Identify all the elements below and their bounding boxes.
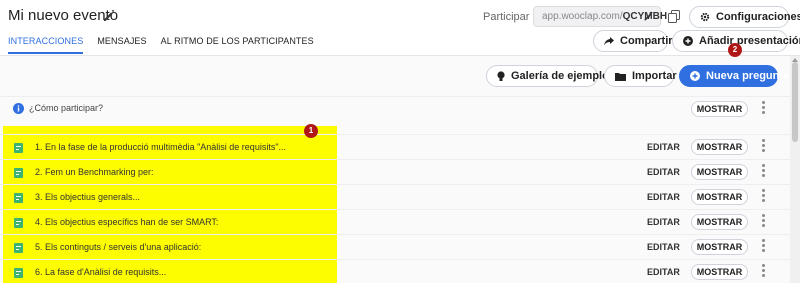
new-question-label: Nueva pregunta [706, 70, 790, 82]
configurations-label: Configuraciones [716, 11, 800, 23]
show-button[interactable]: MOSTRAR [691, 164, 748, 180]
pencil-icon[interactable] [643, 11, 654, 22]
tab-participant-pace[interactable]: AL RITMO DE LOS PARTICIPANTES [161, 36, 314, 54]
plus-circle-icon [683, 36, 693, 46]
edit-button[interactable]: EDITAR [647, 142, 680, 152]
tab-bar: INTERACCIONES MENSAJES AL RITMO DE LOS P… [8, 36, 328, 54]
question-row[interactable]: 5. Els continguts / serveis d'una aplica… [0, 234, 790, 259]
show-button[interactable]: MOSTRAR [691, 139, 748, 155]
share-icon [604, 36, 614, 45]
question-text: 4. Els objectius específics han de ser S… [35, 217, 219, 227]
show-button[interactable]: MOSTRAR [691, 189, 748, 205]
question-text: 6. La fase d'Anàlisi de requisits... [35, 267, 167, 277]
question-text: 2. Fem un Benchmarking per: [35, 167, 154, 177]
poll-icon [14, 243, 23, 253]
question-row[interactable]: 2. Fem un Benchmarking per: EDITAR MOSTR… [0, 159, 790, 184]
join-url-field[interactable]: app.wooclap.com/QCYMBH [533, 6, 667, 27]
tab-messages[interactable]: MENSAJES [97, 36, 146, 54]
folder-icon [615, 72, 626, 81]
kebab-icon[interactable] [760, 101, 766, 117]
show-button[interactable]: MOSTRAR [691, 101, 748, 117]
info-icon [13, 103, 24, 114]
poll-icon [14, 143, 23, 153]
how-to-participate-row: ¿Cómo participar? MOSTRAR [0, 96, 790, 120]
kebab-icon[interactable] [760, 239, 766, 255]
show-button[interactable]: MOSTRAR [691, 239, 748, 255]
edit-button[interactable]: EDITAR [647, 192, 680, 202]
edit-button[interactable]: EDITAR [647, 242, 680, 252]
kebab-icon[interactable] [760, 214, 766, 230]
question-row[interactable]: 6. La fase d'Anàlisi de requisits... EDI… [0, 259, 790, 283]
kebab-icon[interactable] [760, 264, 766, 280]
plus-circle-icon [690, 71, 700, 81]
add-presentation-label: Añadir presentación [699, 35, 800, 47]
import-button[interactable]: Importar [604, 65, 677, 87]
lightbulb-icon [497, 70, 505, 81]
show-button[interactable]: MOSTRAR [691, 214, 748, 230]
kebab-icon[interactable] [760, 139, 766, 155]
gallery-label: Galería de ejemplos [511, 70, 615, 82]
join-domain: app.wooclap.com/ [542, 11, 623, 22]
scrollbar-thumb[interactable] [792, 62, 798, 142]
edit-button[interactable]: EDITAR [647, 217, 680, 227]
question-row[interactable]: 1. En la fase de la producció multimèdia… [0, 134, 790, 159]
poll-icon [14, 193, 23, 203]
poll-icon [14, 218, 23, 228]
how-to-participate-label[interactable]: ¿Cómo participar? [29, 103, 103, 113]
share-button[interactable]: Compartir [593, 30, 673, 52]
copy-icon[interactable] [668, 10, 680, 23]
top-bar: Mi nuevo evento Participar a: app.woocla… [0, 0, 800, 56]
import-label: Importar [632, 70, 677, 82]
edit-button[interactable]: EDITAR [647, 267, 680, 277]
configurations-button[interactable]: Configuraciones [689, 6, 800, 28]
poll-icon [14, 268, 23, 278]
share-label: Compartir [620, 35, 673, 47]
show-button[interactable]: MOSTRAR [691, 264, 748, 280]
question-row[interactable]: 4. Els objectius específics han de ser S… [0, 209, 790, 234]
tab-interactions[interactable]: INTERACCIONES [8, 36, 84, 54]
poll-icon [14, 168, 23, 178]
question-text: 1. En la fase de la producció multimèdia… [35, 142, 287, 152]
edit-button[interactable]: EDITAR [647, 167, 680, 177]
examples-gallery-button[interactable]: Galería de ejemplos [486, 65, 615, 87]
kebab-icon[interactable] [760, 164, 766, 180]
new-question-button[interactable]: Nueva pregunta [679, 65, 789, 87]
annotation-marker-1: 1 [304, 124, 318, 138]
kebab-icon[interactable] [760, 189, 766, 205]
gear-icon [700, 12, 710, 22]
question-row[interactable]: 3. Els objectius generals... EDITAR MOST… [0, 184, 790, 209]
annotation-marker-2: 2 [728, 43, 742, 57]
pencil-icon[interactable] [102, 9, 116, 23]
question-text: 5. Els continguts / serveis d'una aplica… [35, 242, 202, 252]
question-text: 3. Els objectius generals... [35, 192, 141, 202]
